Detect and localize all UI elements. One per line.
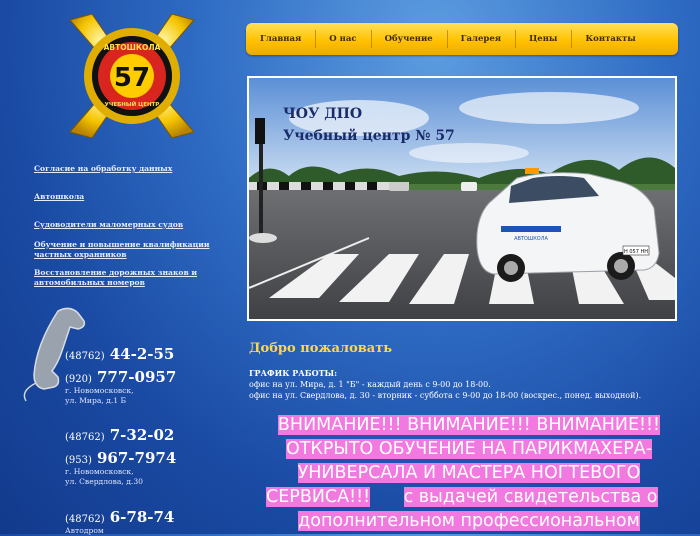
notice-line-1: ВНИМАНИЕ!!! ВНИМАНИЕ!!! ВНИМАНИЕ!!! (277, 415, 661, 435)
phone-code: (953) (65, 455, 92, 466)
notice-line-4: СЕРВИСА!!! (266, 487, 371, 507)
notice-line-6: дополнительном профессиональном (298, 511, 640, 531)
car-plate: Н 057 НН (624, 249, 648, 255)
address-line: г. Новомосковск, (65, 386, 134, 395)
car-label: АВТОШКОЛА (514, 236, 548, 242)
sidebar-link-signs-restoration[interactable]: Восстановление дорожных знаков и автомоб… (34, 268, 239, 288)
phone-code: (48762) (65, 351, 105, 362)
phone-code: (48762) (65, 432, 105, 443)
contact-block-1: (48762) 44-2-55 (65, 344, 174, 363)
logo-top-text: АВТОШКОЛА (104, 43, 161, 52)
nav-contacts[interactable]: Контакты (571, 23, 649, 55)
schedule-line-2: офис на ул. Свердлова, д. 30 - вторник -… (249, 391, 642, 400)
phone-code: (48762) (65, 514, 105, 525)
attention-notice: ВНИМАНИЕ!!! ВНИМАНИЕ!!! ВНИМАНИЕ!!! ОТКР… (264, 413, 674, 533)
notice-line-3: УНИВЕРСАЛА И МАСТЕРА НОГТЕВОГО (297, 463, 641, 483)
phone-code: (920) (65, 374, 92, 385)
logo-number: 57 (114, 63, 150, 93)
nav-gallery[interactable]: Галерея (446, 23, 515, 55)
phone-number[interactable]: 44-2-55 (110, 345, 175, 363)
phone-number[interactable]: 777-0957 (97, 368, 176, 386)
phone-number[interactable]: 6-78-74 (110, 508, 175, 526)
address-line: Автодром (65, 526, 104, 535)
notice-line-5: с выдачей свидетельства о (403, 487, 658, 507)
contact-block-4: (953) 967-7974 г. Новомосковск, ул. Свер… (65, 448, 176, 487)
school-logo[interactable]: 57 АВТОШКОЛА УЧЕБНЫЙ ЦЕНТР (64, 13, 200, 139)
hero-title-line1: ЧОУ ДПО (283, 106, 363, 122)
phone-number[interactable]: 967-7974 (97, 449, 176, 467)
address-line: г. Новомосковск, (65, 467, 134, 476)
contact-block-3: (48762) 7-32-02 (65, 425, 174, 444)
hero-title-line2: Учебный центр № 57 (283, 128, 455, 144)
address-line: ул. Свердлова, д.30 (65, 477, 144, 486)
sidebar-link-security-training[interactable]: Обучение и повышение квалификации частны… (34, 240, 224, 260)
contact-block-2: (920) 777-0957 г. Новомосковск, ул. Мира… (65, 367, 176, 406)
main-nav: Главная О нас Обучение Галерея Цены Конт… (246, 23, 678, 55)
schedule-title: ГРАФИК РАБОТЫ: (249, 368, 338, 378)
address-line: ул. Мира, д.1 Б (65, 396, 127, 405)
contact-block-5: (48762) 6-78-74 Автодром (65, 507, 174, 536)
nav-about[interactable]: О нас (315, 23, 370, 55)
sidebar-link-consent[interactable]: Согласие на обработку данных (34, 164, 244, 174)
notice-line-2: ОТКРЫТО ОБУЧЕНИЕ НА ПАРИКМАХЕРА- (285, 439, 653, 459)
welcome-heading: Добро пожаловать (249, 341, 393, 356)
nav-home[interactable]: Главная (246, 23, 315, 55)
sidebar-link-boat-drivers[interactable]: Судоводители маломерных судов (34, 220, 244, 230)
nav-training[interactable]: Обучение (370, 23, 447, 55)
phone-number[interactable]: 7-32-02 (110, 426, 175, 444)
schedule-line-1: офис на ул. Мира, д. 1 "Б" - каждый день… (249, 380, 491, 389)
hero-banner: АВТОШКОЛА Н 057 НН ЧОУ ДПО Учебный центр… (247, 76, 677, 321)
nav-prices[interactable]: Цены (515, 23, 571, 55)
logo-bottom-text: УЧЕБНЫЙ ЦЕНТР (105, 100, 160, 108)
sidebar-link-driving-school[interactable]: Автошкола (34, 192, 244, 202)
